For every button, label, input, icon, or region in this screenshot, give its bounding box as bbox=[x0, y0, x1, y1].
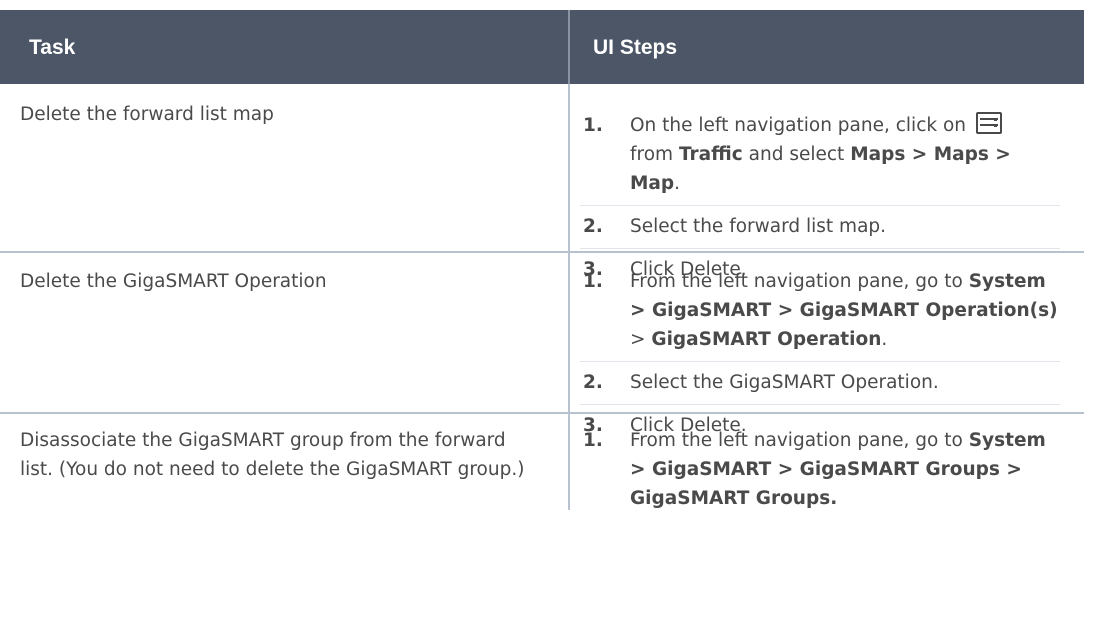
menu-path: GigaSMART Operation bbox=[651, 329, 882, 350]
column-divider bbox=[568, 414, 570, 510]
steps-list: 1. From the left navigation pane, go to … bbox=[580, 426, 1060, 520]
column-divider bbox=[568, 84, 570, 251]
list-item: 2. Select the GigaSMART Operation. bbox=[580, 368, 1060, 405]
header-divider bbox=[568, 10, 570, 84]
step-number: 1. bbox=[583, 430, 603, 451]
list-item: 2. Select the forward list map. bbox=[580, 212, 1060, 249]
list-item: 1. From the left navigation pane, go to … bbox=[580, 426, 1060, 520]
list-item: 1. From the left navigation pane, go to … bbox=[580, 267, 1060, 362]
step-text: . bbox=[881, 329, 888, 350]
header-task: Task bbox=[29, 36, 76, 59]
step-text: From the left navigation pane, go to bbox=[630, 430, 963, 451]
column-divider bbox=[568, 253, 570, 412]
step-number: 2. bbox=[583, 216, 603, 237]
step-text: On the left navigation pane, click on bbox=[630, 115, 967, 136]
table-row: Delete the forward list map 1. On the le… bbox=[0, 84, 1084, 280]
step-text: Select the forward list map. bbox=[630, 216, 887, 237]
table-row: Disassociate the GigaSMART group from th… bbox=[0, 414, 1084, 634]
list-item: 1. On the left navigation pane, click on… bbox=[580, 111, 1060, 206]
step-text: > bbox=[630, 329, 646, 350]
procedure-table: Task UI Steps Delete the forward list ma… bbox=[0, 10, 1084, 634]
step-text: and select bbox=[748, 144, 845, 165]
step-number: 1. bbox=[583, 271, 603, 292]
header-ui-steps: UI Steps bbox=[593, 36, 678, 59]
table-row: Delete the GigaSMART Operation 1. From t… bbox=[0, 253, 1084, 436]
task-cell: Delete the forward list map bbox=[20, 104, 274, 125]
storage-list-icon bbox=[975, 112, 1002, 134]
step-number: 1. bbox=[583, 115, 603, 136]
step-text: . bbox=[674, 173, 681, 194]
menu-path: Traffic bbox=[678, 144, 743, 165]
task-cell: Delete the GigaSMART Operation bbox=[20, 271, 327, 292]
task-cell: Disassociate the GigaSMART group from th… bbox=[20, 430, 525, 480]
step-text: from bbox=[630, 144, 674, 165]
step-number: 2. bbox=[583, 372, 603, 393]
step-text: From the left navigation pane, go to bbox=[630, 271, 963, 292]
step-text: Select the GigaSMART Operation. bbox=[630, 372, 939, 393]
table-header: Task UI Steps bbox=[0, 10, 1084, 84]
